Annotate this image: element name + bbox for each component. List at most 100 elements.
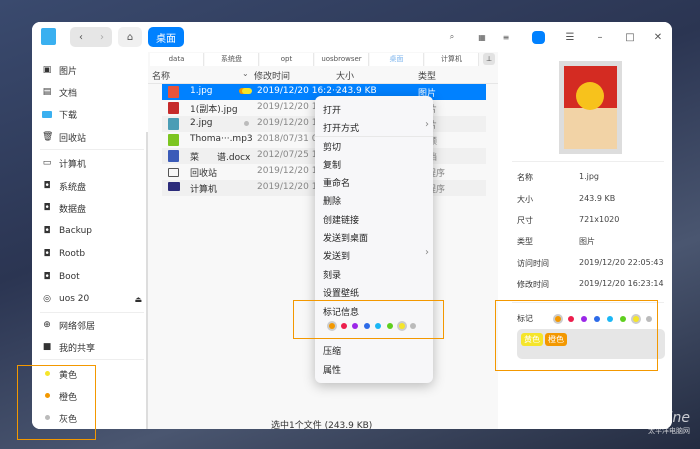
- search-icon[interactable]: ⌕: [446, 27, 458, 47]
- title-bar: ‹ › ⌂ 桌面 ⌕ ▦ ≡ ☰ – □ ✕: [32, 22, 672, 52]
- context-menu: 打开 打开方式 › 剪切 复制 重命名 删除 创建链接 发送到桌面 发送到 › …: [315, 96, 433, 383]
- detail-label-type: 类型: [517, 237, 533, 246]
- disk-icon: ◘: [43, 272, 51, 282]
- detail-label-dimensions: 尺寸: [517, 216, 533, 225]
- status-bar-text: 选中1个文件 (243.9 KB): [271, 421, 373, 429]
- divider: [40, 359, 144, 360]
- menu-item-open[interactable]: 打开: [323, 103, 341, 116]
- sidebar-item-downloads[interactable]: 下载: [42, 105, 142, 123]
- menu-item-burn[interactable]: 刻录: [323, 268, 341, 281]
- image-file-icon: [168, 118, 179, 130]
- location-button[interactable]: 桌面: [148, 27, 184, 47]
- sidebar-item-my-shares[interactable]: ■ 我的共享: [42, 338, 142, 356]
- breadcrumb-data[interactable]: data: [150, 53, 204, 66]
- menu-item-properties[interactable]: 属性: [323, 363, 341, 376]
- trash-icon: 🗑: [42, 132, 54, 142]
- sidebar-item-pictures[interactable]: ▣ 图片: [42, 61, 142, 79]
- detail-panel: 名称 1.jpg 大小 243.9 KB 尺寸 721x1020 类型 图片 访…: [500, 52, 672, 429]
- divider: [40, 149, 144, 150]
- image-file-icon: [168, 102, 179, 114]
- share-folder-icon: ■: [42, 342, 52, 352]
- submenu-chevron-icon: ›: [425, 119, 429, 130]
- detail-value-type: 图片: [579, 237, 595, 246]
- sidebar-item-rootb[interactable]: ◘ Rootb: [42, 245, 142, 263]
- menu-item-compress[interactable]: 压缩: [323, 344, 341, 357]
- icon-view-button[interactable]: ▦: [476, 27, 488, 47]
- detail-value-modified: 2019/12/20 16:23:14: [579, 279, 664, 288]
- breadcrumb-desktop[interactable]: 桌面: [370, 53, 424, 66]
- breadcrumb-opt[interactable]: opt: [260, 53, 314, 66]
- watermark-logo: PConline 太平洋电脑网: [590, 410, 690, 436]
- menu-item-send-to-desktop[interactable]: 发送到桌面: [323, 231, 368, 244]
- menu-item-cut[interactable]: 剪切: [323, 140, 341, 153]
- sidebar-item-backup[interactable]: ◘ Backup: [42, 222, 142, 240]
- menu-item-create-link[interactable]: 创建链接: [323, 213, 359, 226]
- computer-icon: ▭: [42, 158, 52, 168]
- watermark-sub: 太平洋电脑网: [648, 427, 690, 435]
- sidebar-item-computer[interactable]: ▭ 计算机: [42, 154, 142, 172]
- highlight-box-detail-tags: [495, 300, 658, 371]
- computer-icon: [168, 182, 180, 191]
- detail-value-dimensions: 721x1020: [579, 215, 620, 224]
- tag-dots-icon: [242, 88, 252, 94]
- sidebar-item-documents[interactable]: ▤ 文档: [42, 83, 142, 101]
- menu-button[interactable]: ☰: [564, 27, 576, 47]
- download-icon: [42, 110, 52, 118]
- sidebar-item-system-disk[interactable]: ◘ 系统盘: [42, 177, 142, 195]
- menu-item-send-to[interactable]: 发送到: [323, 249, 350, 262]
- column-modified[interactable]: 修改时间: [254, 69, 290, 82]
- disk-icon: ◘: [43, 249, 51, 259]
- sidebar-item-boot[interactable]: ◘ Boot: [42, 268, 142, 286]
- divider: [512, 161, 664, 162]
- divider: [40, 312, 144, 313]
- trash-icon: [168, 168, 179, 177]
- column-name[interactable]: 名称: [152, 69, 170, 82]
- disk-icon: ◘: [43, 226, 51, 236]
- column-type[interactable]: 类型: [418, 69, 436, 82]
- menu-item-delete[interactable]: 删除: [323, 194, 341, 207]
- image-icon: ▣: [42, 65, 52, 75]
- sidebar-item-uos20[interactable]: ◎ uos 20 ⏏: [42, 290, 142, 308]
- minimize-button[interactable]: –: [594, 27, 606, 47]
- breadcrumb-menu-icon[interactable]: ⊥: [483, 53, 495, 65]
- menu-item-open-with[interactable]: 打开方式: [323, 121, 359, 134]
- sidebar-item-trash[interactable]: 🗑 回收站: [42, 128, 142, 146]
- eject-icon[interactable]: ⏏: [134, 295, 142, 304]
- detail-value-accessed: 2019/12/20 22:05:43: [579, 258, 664, 267]
- forward-button[interactable]: ›: [92, 27, 112, 47]
- submenu-chevron-icon: ›: [425, 247, 429, 258]
- detail-label-size: 大小: [517, 195, 533, 204]
- menu-divider: [315, 136, 433, 137]
- detail-label-accessed: 访问时间: [517, 259, 549, 268]
- back-button[interactable]: ‹: [70, 27, 92, 47]
- app-logo-icon: [41, 28, 56, 45]
- maximize-button[interactable]: □: [624, 27, 636, 47]
- disk-icon: ◘: [43, 181, 51, 191]
- close-button[interactable]: ✕: [652, 27, 664, 47]
- detail-label-name: 名称: [517, 173, 533, 182]
- document-icon: ▤: [42, 87, 52, 97]
- menu-item-set-wallpaper[interactable]: 设置壁纸: [323, 286, 359, 299]
- audio-file-icon: [168, 134, 179, 146]
- highlight-box-sidebar-tags: [17, 365, 96, 440]
- image-thumbnail: [559, 61, 622, 154]
- sort-chevron-icon[interactable]: ⌄: [242, 69, 249, 78]
- breadcrumb-uosbrowser[interactable]: uosbrowser: [315, 53, 369, 66]
- detail-value-name: 1.jpg: [579, 172, 600, 181]
- sidebar-item-network[interactable]: ⊕ 网络邻居: [42, 316, 142, 334]
- list-view-button[interactable]: ≡: [500, 27, 512, 47]
- detail-label-modified: 修改时间: [517, 280, 549, 289]
- home-button[interactable]: ⌂: [118, 27, 142, 47]
- menu-item-rename[interactable]: 重命名: [323, 176, 350, 189]
- column-size[interactable]: 大小: [336, 69, 354, 82]
- watermark-brand: PConline: [629, 410, 690, 426]
- breadcrumb-system-disk[interactable]: 系统盘: [205, 53, 259, 66]
- menu-item-copy[interactable]: 复制: [323, 158, 341, 171]
- detail-view-button[interactable]: [532, 31, 545, 44]
- breadcrumb-computer[interactable]: 计算机: [425, 53, 479, 66]
- highlight-box-menu-tags: [293, 300, 444, 339]
- disk-icon: ◘: [43, 203, 51, 213]
- detail-value-size: 243.9 KB: [579, 194, 616, 203]
- sidebar-item-data-disk[interactable]: ◘ 数据盘: [42, 199, 142, 217]
- disc-icon: ◎: [43, 294, 51, 304]
